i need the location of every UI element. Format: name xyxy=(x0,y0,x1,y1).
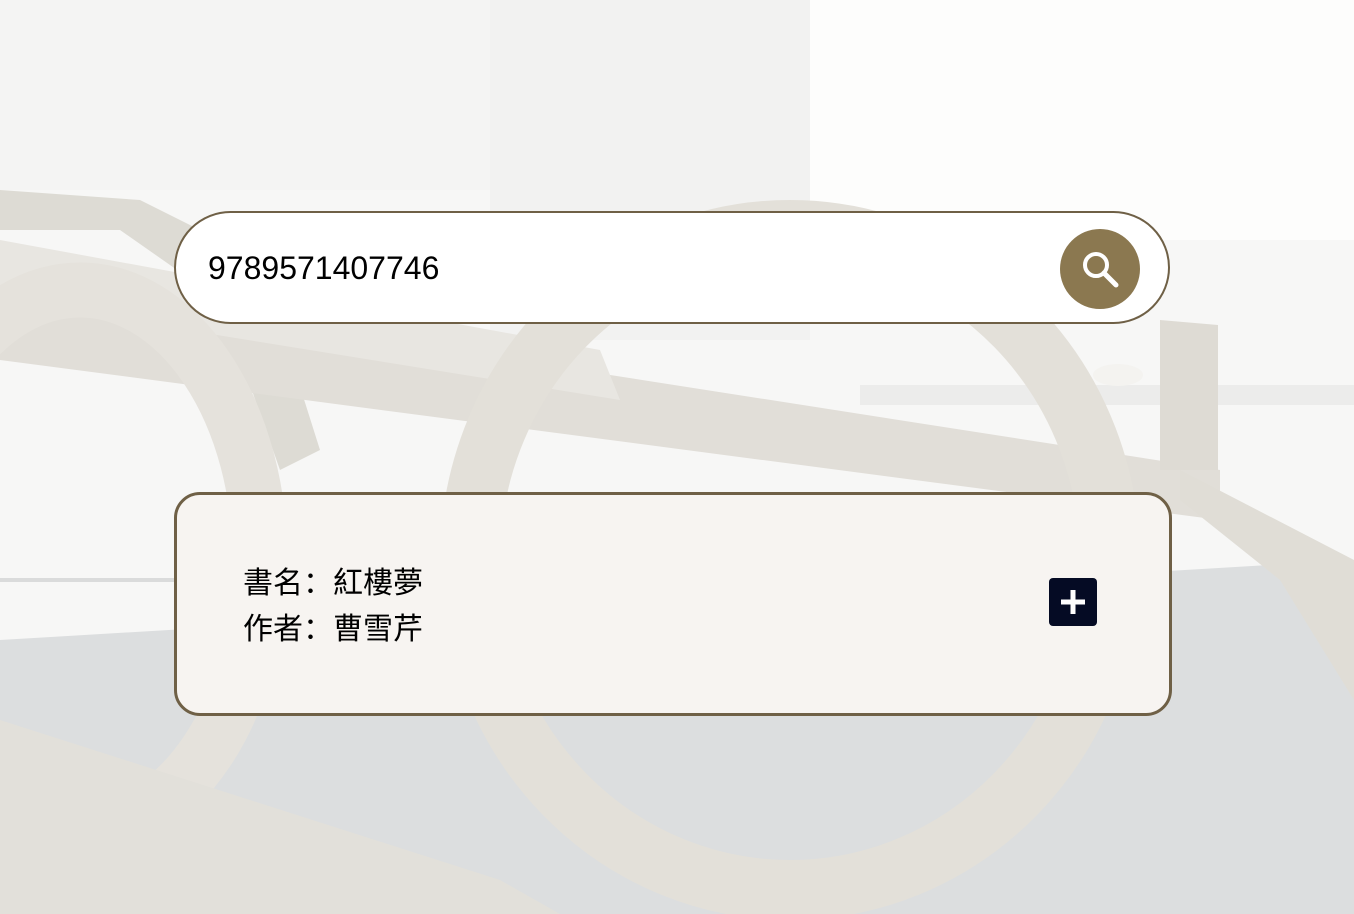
book-title-row: 書名：紅樓夢 xyxy=(243,561,423,607)
add-book-button[interactable] xyxy=(1049,578,1097,626)
search-icon xyxy=(1083,252,1119,288)
search-button[interactable] xyxy=(1060,229,1140,309)
plus-icon xyxy=(1061,590,1085,614)
background-image xyxy=(0,0,1354,914)
book-info: 書名：紅樓夢 作者：曹雪芹 xyxy=(243,561,423,653)
book-author-value: 曹雪芹 xyxy=(333,612,423,647)
book-result-card: 書名：紅樓夢 作者：曹雪芹 xyxy=(174,492,1172,716)
book-author-label: 作者： xyxy=(243,612,333,647)
search-bar xyxy=(174,211,1170,324)
book-title-value: 紅樓夢 xyxy=(333,566,423,601)
book-author-row: 作者：曹雪芹 xyxy=(243,607,423,653)
search-input[interactable] xyxy=(208,245,1028,291)
book-title-label: 書名： xyxy=(243,566,333,601)
